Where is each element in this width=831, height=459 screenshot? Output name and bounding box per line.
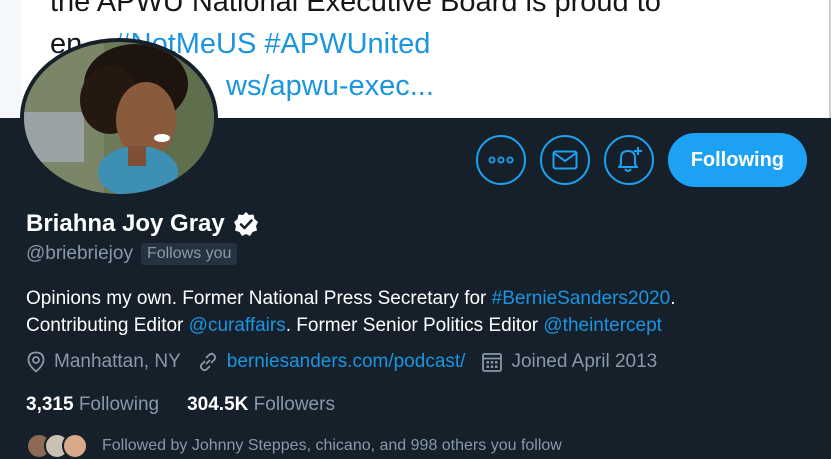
bio-text: . Former Senior Politics Editor (285, 315, 544, 336)
bio-hashtag-link[interactable]: #BernieSanders2020 (492, 288, 671, 309)
more-icon (488, 156, 514, 164)
followers-count: 304.5K (187, 394, 249, 415)
avatar (62, 433, 88, 459)
followed-by-avatars (26, 433, 88, 459)
following-stat[interactable]: 3,315 Following (26, 394, 159, 416)
bio-text: Opinions my own. Former National Press S… (26, 288, 492, 309)
more-options-button[interactable] (475, 135, 526, 185)
banner-text-line-1: the APWU National Executive Board is pro… (50, 0, 661, 18)
profile-avatar[interactable] (20, 38, 218, 198)
website-item: berniesanders.com/podcast/ (197, 351, 466, 373)
profile-meta: Manhattan, NY berniesanders.com/podcast/… (26, 351, 673, 373)
profile-bio: Opinions my own. Former National Press S… (26, 285, 816, 339)
handle-row: @briebriejoy Follows you (26, 243, 238, 265)
followers-label: Followers (253, 394, 335, 415)
followed-by-text: Followed by Johnny Steppes, chicano, and… (102, 437, 562, 454)
following-label: Following (78, 394, 160, 415)
bio-text: . (670, 288, 676, 309)
bio-mention-link[interactable]: @curaffairs (189, 315, 286, 336)
bio-mention-link[interactable]: @theintercept (543, 315, 662, 336)
joined-item: Joined April 2013 (481, 351, 657, 373)
location-item: Manhattan, NY (26, 351, 181, 373)
bell-plus-icon (617, 147, 642, 172)
link-icon (199, 352, 216, 372)
profile-stats: 3,315 Following 304.5K Followers (26, 394, 335, 416)
followed-by-row[interactable]: Followed by Johnny Steppes, chicano, and… (26, 433, 562, 459)
following-count: 3,315 (26, 394, 74, 415)
location-text: Manhattan, NY (54, 351, 181, 372)
mail-icon (552, 150, 578, 170)
joined-text: Joined April 2013 (511, 351, 658, 372)
profile-actions: Following (475, 133, 807, 187)
verified-badge-icon (233, 212, 258, 236)
follows-you-badge: Follows you (140, 243, 238, 265)
location-icon (27, 351, 45, 373)
following-button[interactable]: Following (667, 133, 807, 187)
notifications-button[interactable] (603, 135, 654, 185)
name-row: Briahna Joy Gray (26, 210, 259, 238)
bio-text: Contributing Editor (26, 315, 189, 336)
followers-stat[interactable]: 304.5K Followers (187, 394, 335, 416)
message-button[interactable] (539, 135, 590, 185)
profile-name: Briahna Joy Gray (26, 210, 225, 237)
calendar-icon (482, 353, 503, 372)
website-link[interactable]: berniesanders.com/podcast/ (227, 351, 466, 373)
profile-handle: @briebriejoy (26, 243, 133, 264)
